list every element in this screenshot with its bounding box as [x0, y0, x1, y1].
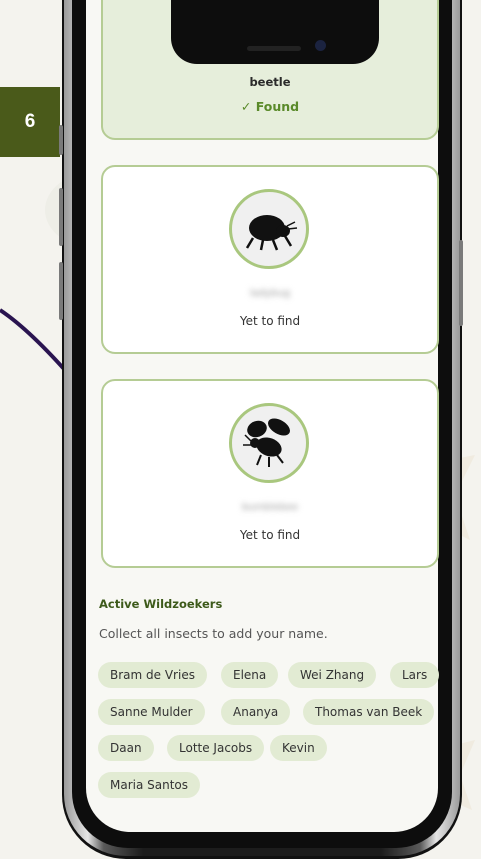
- insect-card-locked[interactable]: bumblebee Yet to find: [101, 379, 439, 568]
- section-title: Active Wildzoekers: [99, 597, 223, 611]
- side-button: [459, 240, 463, 326]
- side-button: [59, 125, 63, 155]
- name-chip: Wei Zhang: [288, 662, 377, 688]
- name-chip: Elena: [221, 662, 279, 688]
- speaker: [247, 46, 301, 51]
- name-chip: Ananya: [221, 699, 291, 725]
- name-chip: Kevin: [270, 735, 327, 761]
- name-chip: Maria Santos: [98, 772, 201, 798]
- insect-name: beetle: [249, 75, 291, 89]
- yet-to-find-status: Yet to find: [239, 528, 301, 542]
- beetle-silhouette-icon: [229, 189, 309, 269]
- name-chip: Daan: [98, 735, 154, 761]
- phone-notch: [171, 0, 379, 64]
- name-chip: Sanne Mulder: [98, 699, 205, 725]
- side-button: [59, 262, 63, 320]
- hidden-insect-name: ladybug: [249, 288, 291, 299]
- name-chip: Lars: [390, 662, 440, 688]
- section-subtitle: Collect all insects to add your name.: [99, 626, 328, 641]
- yet-to-find-status: Yet to find: [239, 314, 301, 328]
- name-chip: Thomas van Beek: [303, 699, 435, 725]
- name-chip: Lotte Jacobs: [167, 735, 265, 761]
- step-number-badge: 6: [0, 87, 60, 157]
- insect-card-locked[interactable]: ladybug Yet to find: [101, 165, 439, 354]
- front-camera: [315, 40, 326, 51]
- hidden-insect-name: bumblebee: [241, 502, 299, 513]
- name-chip: Bram de Vries: [98, 662, 207, 688]
- bee-silhouette-icon: [229, 403, 309, 483]
- found-status: ✓ Found: [240, 99, 300, 114]
- side-button: [59, 188, 63, 246]
